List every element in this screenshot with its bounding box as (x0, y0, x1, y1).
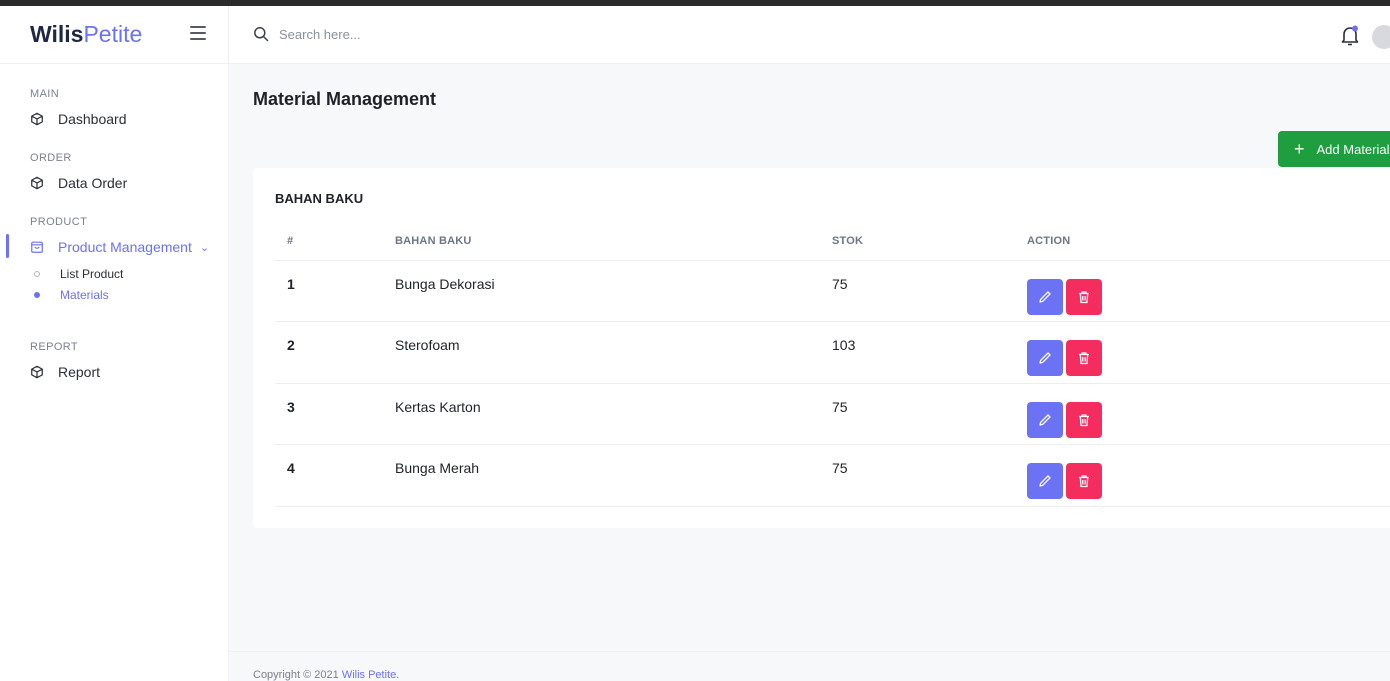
row-number: 4 (275, 444, 395, 507)
column-header-number: # (275, 222, 395, 261)
brand-bold: Wilis (30, 21, 84, 47)
sidebar-item-product-management[interactable]: Product Management ⌄ (0, 234, 228, 258)
sidebar-subitem-label: Materials (60, 287, 109, 302)
edit-button[interactable] (1027, 340, 1063, 376)
materials-table: # BAHAN BAKU STOK ACTION 1 Bunga Dekoras… (275, 222, 1390, 507)
row-number: 1 (275, 260, 395, 322)
row-number: 2 (275, 321, 395, 384)
brand-light: Petite (83, 21, 143, 47)
sidebar-subitem-label: List Product (60, 266, 124, 281)
table-row: 4 Bunga Merah 75 (275, 444, 1390, 507)
pencil-icon (1039, 475, 1051, 487)
pencil-icon (1039, 290, 1051, 303)
section-title-main: MAIN (30, 88, 60, 100)
edit-button[interactable] (1027, 463, 1063, 499)
trash-icon (1079, 475, 1089, 488)
notification-bell-icon[interactable] (1340, 25, 1360, 52)
row-actions (1027, 321, 1390, 384)
material-stock: 75 (832, 444, 1027, 507)
plus-icon: + (1294, 139, 1305, 159)
material-name: Bunga Dekorasi (395, 260, 832, 322)
section-title-report: REPORT (30, 341, 79, 353)
sidebar-item-label: Dashboard (58, 111, 127, 127)
table-row: 3 Kertas Karton 75 (275, 383, 1390, 445)
column-header-action: ACTION (1027, 222, 1390, 261)
search-icon (254, 27, 269, 42)
section-title-order: ORDER (30, 152, 72, 164)
row-actions (1027, 383, 1390, 445)
circle-bullet-icon (34, 291, 40, 298)
sidebar-nav: MAIN Dashboard ORDER Data Order PRODUCT … (0, 64, 228, 383)
row-number: 3 (275, 383, 395, 445)
table-header-row: # BAHAN BAKU STOK ACTION (275, 222, 1390, 261)
circle-bullet-icon (34, 270, 40, 277)
material-name: Kertas Karton (395, 383, 832, 445)
material-stock: 75 (832, 383, 1027, 445)
edit-button[interactable] (1027, 278, 1063, 315)
hamburger-menu-icon[interactable] (190, 26, 206, 40)
page-footer: Copyright © 2021 Wilis Petite. (229, 651, 1390, 681)
materials-card: BAHAN BAKU # BAHAN BAKU STOK ACTION 1 Bu… (253, 168, 1390, 528)
table-row: 2 Sterofoam 103 (275, 321, 1390, 384)
sidebar-item-data-order[interactable]: Data Order (0, 172, 228, 194)
user-avatar[interactable] (1372, 25, 1390, 49)
cube-icon (31, 365, 43, 379)
delete-button[interactable] (1066, 401, 1102, 438)
trash-icon (1079, 352, 1089, 365)
sidebar-item-report[interactable]: Report (0, 361, 228, 383)
sidebar-item-dashboard[interactable]: Dashboard (0, 108, 228, 130)
trash-icon (1079, 290, 1089, 303)
cube-icon (31, 176, 43, 190)
chevron-down-icon: ⌄ (199, 241, 210, 254)
shopping-bag-icon (31, 241, 43, 253)
column-header-material: BAHAN BAKU (395, 222, 832, 261)
search-input[interactable]: Search here... (253, 26, 361, 42)
footer-brand-link[interactable]: Wilis Petite. (342, 669, 399, 681)
delete-button[interactable] (1066, 463, 1102, 499)
material-name: Bunga Merah (395, 444, 832, 507)
pencil-icon (1039, 413, 1051, 426)
row-actions (1027, 444, 1390, 507)
row-actions (1027, 260, 1390, 322)
material-stock: 75 (832, 260, 1027, 322)
sidebar-item-label: Product Management (58, 239, 192, 255)
sidebar-item-label: Data Order (58, 175, 128, 191)
table-row: 1 Bunga Dekorasi 75 (275, 260, 1390, 322)
copyright-text: Copyright © 2021 (253, 669, 342, 681)
brand-logo[interactable]: Wilis Petite (0, 6, 228, 64)
sidebar: Wilis Petite MAIN Dashboard ORDER Data Or… (0, 6, 229, 681)
sidebar-subitem-list-product[interactable]: List Product (0, 263, 228, 284)
search-placeholder: Search here... (279, 26, 361, 42)
sidebar-subitem-materials[interactable]: Materials (0, 284, 228, 305)
section-title-product: PRODUCT (30, 216, 88, 228)
delete-button[interactable] (1066, 340, 1102, 376)
sidebar-item-label: Report (58, 364, 101, 380)
card-title: BAHAN BAKU (275, 191, 364, 206)
add-material-button[interactable]: + Add Material (1278, 131, 1390, 167)
edit-button[interactable] (1027, 401, 1063, 438)
delete-button[interactable] (1066, 278, 1102, 315)
add-material-label: Add Material (1316, 141, 1390, 157)
top-header: Search here... (229, 6, 1390, 64)
column-header-stock: STOK (832, 222, 1027, 261)
page-title: Material Management (253, 89, 437, 109)
material-name: Sterofoam (395, 321, 832, 384)
cube-icon (31, 112, 43, 126)
trash-icon (1079, 413, 1089, 426)
pencil-icon (1039, 352, 1051, 364)
material-stock: 103 (832, 321, 1027, 384)
